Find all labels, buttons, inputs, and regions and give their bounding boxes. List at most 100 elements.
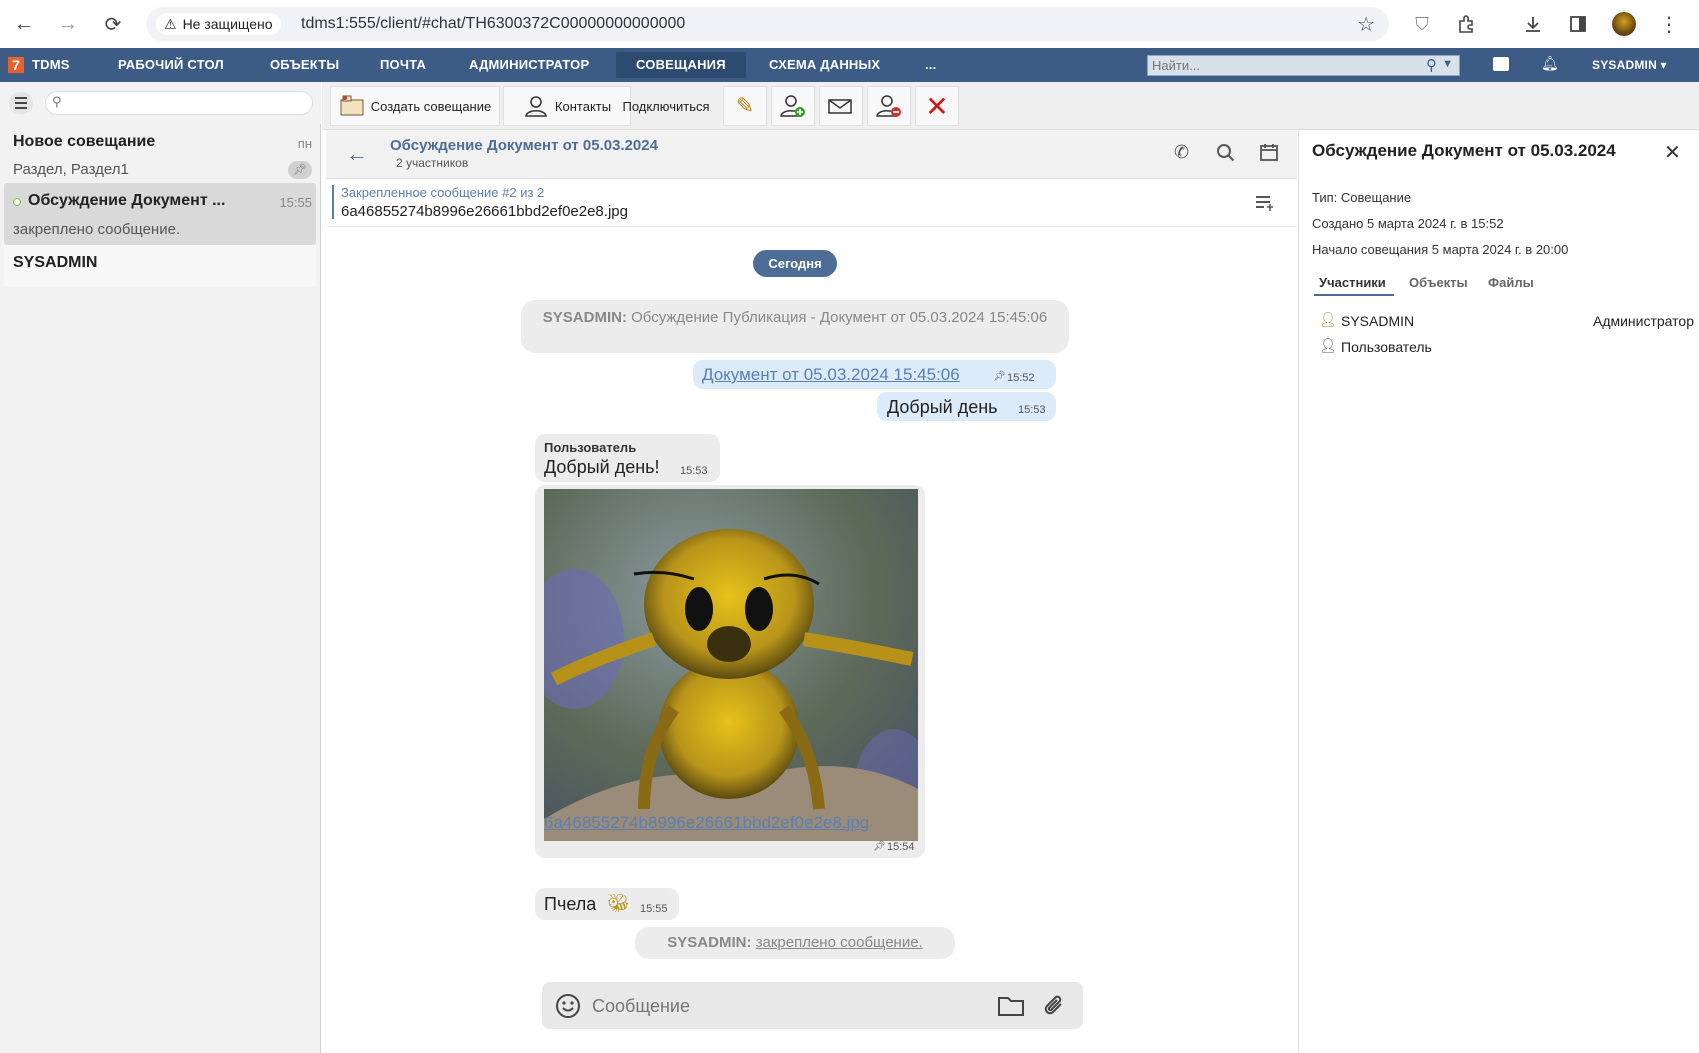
warning-icon: ⚠ bbox=[164, 15, 177, 32]
delete-button[interactable]: ✕ bbox=[915, 86, 959, 126]
create-meeting-button[interactable]: Создать совещание bbox=[330, 86, 500, 126]
bee-image[interactable] bbox=[544, 489, 918, 841]
system-message-author: SYSADMIN: bbox=[667, 934, 752, 951]
calendar-icon[interactable] bbox=[1259, 142, 1279, 167]
connect-button[interactable]: Подключиться bbox=[616, 86, 716, 126]
meeting-toolbar: Создать совещание Контакты Подключиться … bbox=[322, 82, 1699, 130]
chat-participant-count: 2 участников bbox=[396, 156, 469, 170]
active-tab-underline bbox=[1314, 294, 1394, 296]
chat-header: ← Обсуждение Документ от 05.03.2024 2 уч… bbox=[326, 130, 1297, 179]
outgoing-message: Документ от 05.03.2024 15:45:06 📌︎ 15:52 bbox=[693, 360, 1056, 389]
nav-admin[interactable]: АДМИНИСТРАТОР bbox=[469, 48, 589, 82]
edit-button[interactable]: ✎ bbox=[723, 86, 767, 126]
nav-more[interactable]: ... bbox=[925, 48, 936, 82]
global-search-input[interactable] bbox=[1148, 56, 1408, 75]
messages-icon[interactable] bbox=[1493, 57, 1509, 71]
participant-row[interactable]: 👤︎ Пользователь bbox=[1319, 337, 1694, 359]
tdms-logo-icon: 7 bbox=[8, 57, 24, 73]
nav-objects[interactable]: ОБЪЕКТЫ bbox=[270, 48, 339, 82]
bell-icon[interactable]: 🔔︎ bbox=[1541, 55, 1559, 72]
system-message-text: Обсуждение Публикация - Документ от 05.0… bbox=[631, 309, 1048, 326]
user-icon: 👤︎ bbox=[1319, 337, 1337, 353]
browser-menu-icon[interactable]: ⋮ bbox=[1655, 10, 1683, 38]
pinned-message-link[interactable]: закреплено сообщение. bbox=[756, 934, 923, 951]
nav-desktop[interactable]: РАБОЧИЙ СТОЛ bbox=[118, 48, 224, 82]
message-text: Добрый день bbox=[887, 397, 998, 417]
shield-icon[interactable]: ⛉ bbox=[1408, 10, 1436, 38]
message-text: Пчела bbox=[544, 894, 597, 914]
incoming-message: Пользователь Добрый день! 15:53 bbox=[535, 434, 720, 482]
back-arrow-icon[interactable]: ← bbox=[346, 141, 368, 167]
chat-messages: Сегодня SYSADMIN: Обсуждение Публикация … bbox=[326, 227, 1297, 1053]
outgoing-message: Добрый день 15:53 bbox=[877, 392, 1056, 421]
chat-title: Обсуждение Документ ... bbox=[28, 192, 226, 209]
extensions-icon[interactable] bbox=[1453, 10, 1481, 38]
pin-icon: 📌︎ bbox=[993, 371, 1006, 382]
message-author: Пользователь bbox=[544, 440, 637, 455]
message-time: 15:52 bbox=[1007, 372, 1035, 384]
image-file-link[interactable]: 6a46855274b8996e26661bbd2ef0e2e8.jpg bbox=[544, 813, 869, 833]
phone-icon[interactable]: ✆ bbox=[1174, 142, 1189, 163]
participant-role: Администратор bbox=[1592, 313, 1694, 329]
nav-meetings[interactable]: СОВЕЩАНИЯ bbox=[636, 48, 726, 82]
attach-icon[interactable] bbox=[1042, 993, 1068, 1024]
back-icon[interactable]: ← bbox=[10, 10, 38, 38]
tab-objects[interactable]: Объекты bbox=[1409, 275, 1468, 290]
bookmark-star-icon[interactable]: ☆ bbox=[1357, 12, 1375, 37]
tab-files[interactable]: Файлы bbox=[1488, 275, 1534, 290]
envelope-icon bbox=[828, 99, 852, 114]
message-time: 15:55 bbox=[640, 903, 668, 915]
add-participant-button[interactable] bbox=[771, 86, 815, 126]
incoming-message: Пчела 🐝︎ 15:55 bbox=[535, 888, 679, 920]
chat-search-input[interactable]: ⚲ bbox=[45, 91, 313, 115]
pin-icon: 📌︎ bbox=[288, 161, 312, 179]
message-time: 15:54 bbox=[887, 841, 915, 853]
logo-text[interactable]: TDMS bbox=[32, 48, 70, 82]
document-link[interactable]: Документ от 05.03.2024 15:45:06 bbox=[702, 365, 960, 385]
pinned-message-bar[interactable]: Закрепленное сообщение #2 из 2 6a4685527… bbox=[326, 180, 1297, 227]
global-search[interactable]: ⚲ ▼ bbox=[1147, 55, 1460, 76]
chat-list-panel: ⚲ Новое совещание пн Раздел, Раздел1 📌︎ … bbox=[0, 82, 321, 1053]
system-message-author: SYSADMIN: bbox=[542, 309, 627, 326]
tab-participants[interactable]: Участники bbox=[1319, 275, 1386, 290]
chat-item-selected[interactable]: Обсуждение Документ ... 15:55 закреплено… bbox=[4, 183, 316, 245]
emoji-icon[interactable] bbox=[555, 993, 581, 1024]
forward-icon[interactable]: → bbox=[54, 10, 82, 38]
download-icon[interactable] bbox=[1519, 10, 1547, 38]
admin-user-icon: 👤︎ bbox=[1319, 311, 1337, 327]
security-chip[interactable]: ⚠ Не защищено bbox=[156, 13, 281, 35]
folder-icon[interactable] bbox=[997, 994, 1025, 1023]
menu-icon[interactable] bbox=[9, 92, 33, 114]
profile-avatar[interactable] bbox=[1610, 10, 1638, 38]
nav-mail[interactable]: ПОЧТА bbox=[380, 48, 426, 82]
chat-item[interactable]: SYSADMIN bbox=[4, 245, 316, 287]
image-message: 6a46855274b8996e26661bbd2ef0e2e8.jpg 📌︎ … bbox=[535, 485, 925, 858]
message-input[interactable] bbox=[592, 993, 952, 1019]
details-start: Начало совещания 5 марта 2024 г. в 20:00 bbox=[1312, 242, 1569, 257]
date-badge: Сегодня bbox=[753, 250, 837, 277]
reload-icon[interactable]: ⟳ bbox=[99, 10, 127, 38]
remove-participant-button[interactable] bbox=[867, 86, 911, 126]
pinned-list-icon[interactable] bbox=[1254, 194, 1276, 217]
system-message: SYSADMIN: закреплено сообщение. bbox=[635, 927, 955, 959]
chat-subtitle: Раздел, Раздел1 bbox=[13, 161, 129, 178]
search-icon[interactable] bbox=[1216, 143, 1236, 168]
nav-data-schema[interactable]: СХЕМА ДАННЫХ bbox=[769, 48, 880, 82]
address-bar[interactable]: ⚠ Не защищено tdms1:555/client/#chat/TH6… bbox=[146, 7, 1389, 41]
contacts-button[interactable]: Контакты bbox=[503, 86, 631, 126]
url-text[interactable]: tdms1:555/client/#chat/TH6300372C0000000… bbox=[301, 15, 685, 33]
close-icon[interactable]: ✕ bbox=[1664, 140, 1681, 165]
message-time: 15:53 bbox=[680, 465, 708, 477]
sidepanel-icon[interactable] bbox=[1564, 10, 1592, 38]
chat-item[interactable]: Новое совещание пн Раздел, Раздел1 📌︎ bbox=[4, 124, 316, 182]
invite-button[interactable] bbox=[819, 86, 863, 126]
chevron-down-icon[interactable]: ▼ bbox=[1442, 58, 1453, 70]
user-menu[interactable]: SYSADMIN ▾ bbox=[1592, 48, 1667, 82]
details-created: Создано 5 марта 2024 г. в 15:52 bbox=[1312, 216, 1504, 231]
connect-label: Подключиться bbox=[622, 98, 710, 114]
meeting-details-panel: Обсуждение Документ от 05.03.2024 ✕ Тип:… bbox=[1298, 130, 1699, 1053]
participant-row[interactable]: 👤︎ SYSADMIN Администратор bbox=[1319, 311, 1694, 333]
participant-name: Пользователь bbox=[1341, 339, 1432, 355]
details-type: Тип: Совещание bbox=[1312, 190, 1412, 205]
search-icon[interactable]: ⚲ bbox=[1426, 56, 1437, 74]
